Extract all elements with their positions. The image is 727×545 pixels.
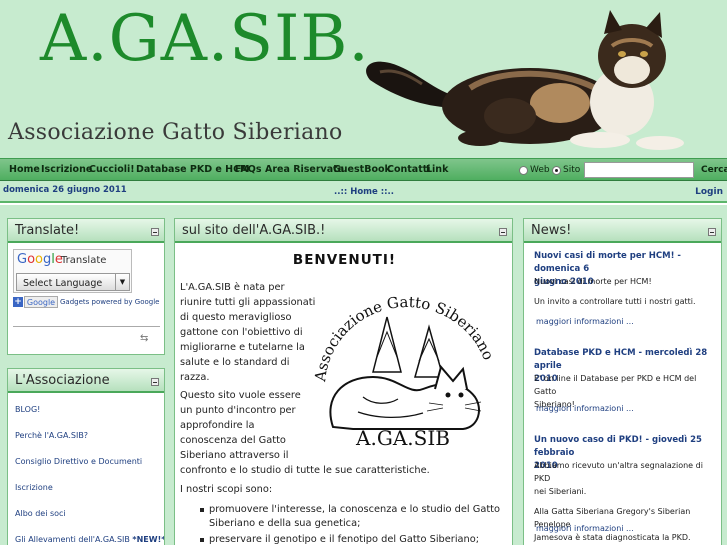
menu-database[interactable]: Database PKD e HCM <box>136 164 250 175</box>
association-panel-title: L'Associazione <box>15 373 110 388</box>
welcome-heading: BENVENUTI! <box>292 252 397 268</box>
menu-guestbook[interactable]: GuestBook <box>333 164 391 175</box>
divider <box>13 326 160 327</box>
new-badge: *NEW!* <box>132 535 165 544</box>
assoc-link-allevamenti[interactable]: Gli Allevamenti dell'A.GA.SIB *NEW!* <box>15 535 165 544</box>
google-gadget-button[interactable]: Google <box>24 296 58 308</box>
news-title-line: Database PKD e HCM - mercoledì 28 aprile <box>534 348 708 371</box>
intro-line: riunire tutti gli appassionati <box>180 297 316 308</box>
chevron-down-icon: ▼ <box>115 274 129 290</box>
assoc-link-allevamenti-label: Gli Allevamenti dell'A.GA.SIB <box>15 535 133 544</box>
site-logo[interactable]: A.GA.SIB. <box>40 2 370 76</box>
news-text-line: Un invito a controllare tutti i nostri g… <box>534 297 696 306</box>
plus-icon[interactable]: + <box>13 297 23 307</box>
language-select-label: Select Language <box>23 278 103 289</box>
association-panel-header: L'Associazione <box>8 369 164 393</box>
news-text-line: Nuovi casi di morte per HCM! <box>534 277 652 286</box>
info-bar: domenica 26 giugno 2011 ..:: Home ::.. L… <box>0 181 727 203</box>
purpose-line: confronto e lo studio di tutte le sue ca… <box>180 465 430 476</box>
gadgets-powered-link[interactable]: Gadgets powered by Google <box>60 298 159 306</box>
association-stamp-image: Associazione Gatto Siberiano A.GA.SIB <box>311 293 498 447</box>
share-icon[interactable]: ⇆ <box>140 333 154 345</box>
translate-panel-title: Translate! <box>15 223 80 238</box>
news-spacer <box>534 288 714 295</box>
news-title-line: Un nuovo caso di PKD! - giovedì 25 febbr… <box>534 435 702 458</box>
news-more-link[interactable]: maggiori informazioni ... <box>536 524 634 533</box>
search-button[interactable]: Cerca <box>701 165 727 175</box>
search-input[interactable] <box>584 162 694 178</box>
collapse-icon[interactable] <box>151 228 159 236</box>
purpose-line: Siberiano attraverso il <box>180 450 289 461</box>
siberian-cat-image <box>366 10 684 150</box>
translate-panel-header: Translate! <box>8 219 164 243</box>
news-more-link[interactable]: maggiori informazioni ... <box>536 404 634 413</box>
menu-contatti[interactable]: Contatti <box>387 164 431 175</box>
menu-home[interactable]: Home <box>9 164 40 175</box>
assoc-link-perche[interactable]: Perchè l'A.GA.SIB? <box>15 431 88 440</box>
search-web-radio[interactable] <box>519 166 528 175</box>
welcome-panel-header: sul sito dell'A.GA.SIB.! <box>175 219 512 243</box>
site-header: A.GA.SIB. Associazione Gatto Siberiano <box>0 0 727 158</box>
intro-paragraph: L'A.GA.SIB è nata per riunire tutti gli … <box>180 280 315 385</box>
intro-line: gattone con l'obiettivo di <box>180 327 303 338</box>
goals-heading: I nostri scopi sono: <box>180 484 273 495</box>
goal-item-continuation: Siberiano e della sua genetica; <box>209 518 361 529</box>
news-text-line: E' on line il Database per PKD e HCM del… <box>534 374 697 396</box>
login-link[interactable]: Login <box>695 187 723 197</box>
translate-label: Translate <box>61 255 107 266</box>
news-more-link[interactable]: maggiori informazioni ... <box>536 317 634 326</box>
stamp-arc-text: Associazione Gatto Siberiano <box>311 293 498 384</box>
intro-line: L'A.GA.SIB è nata per <box>180 282 285 293</box>
assoc-link-blog[interactable]: BLOG! <box>15 405 40 414</box>
goal-item: promuovere l'interesse, la conoscenza e … <box>199 504 501 515</box>
breadcrumb[interactable]: ..:: Home ::.. <box>334 187 394 197</box>
menu-link[interactable]: Link <box>426 164 448 175</box>
search-site-label: Sito <box>563 165 581 175</box>
search-web-label: Web <box>530 165 550 175</box>
menu-iscrizione[interactable]: Iscrizione <box>41 164 92 175</box>
goal-item: preservare il genotipo e il fenotipo del… <box>199 534 480 545</box>
intro-line: migliorarne e tutelarne la <box>180 342 305 353</box>
intro-line: salute e lo standard di <box>180 357 290 368</box>
site-subtitle: Associazione Gatto Siberiano <box>8 120 343 145</box>
translate-panel: Translate! Google Translate Select Langu… <box>7 218 165 355</box>
collapse-icon[interactable] <box>499 228 507 236</box>
search-site-radio[interactable] <box>552 166 561 175</box>
news-text-line: nei Siberiani. <box>534 487 587 496</box>
google-translate-widget: Google Translate Select Language ▼ <box>13 249 132 293</box>
google-logo: Google <box>17 252 63 267</box>
assoc-link-albo[interactable]: Albo dei soci <box>15 509 66 518</box>
welcome-panel: sul sito dell'A.GA.SIB.! BENVENUTI! L'A.… <box>174 218 513 545</box>
news-title-line: Nuovi casi di morte per HCM! - domenica … <box>534 251 681 274</box>
menu-faqs[interactable]: FAQs <box>235 164 261 175</box>
language-select[interactable]: Select Language ▼ <box>16 273 130 291</box>
intro-line: di questo meraviglioso <box>180 312 292 323</box>
intro-line: razza. <box>180 372 210 383</box>
news-panel: News! Nuovi casi di morte per HCM! - dom… <box>523 218 722 545</box>
news-text-line: Abbiamo ricevuto un'altra segnalazione d… <box>534 461 703 483</box>
news-item-text: Nuovi casi di morte per HCM! Un invito a… <box>534 275 714 308</box>
news-panel-header: News! <box>524 219 721 243</box>
collapse-icon[interactable] <box>151 378 159 386</box>
news-panel-title: News! <box>531 223 572 238</box>
main-menu: Home Iscrizione Cuccioli! Database PKD e… <box>0 158 727 181</box>
assoc-link-iscrizione[interactable]: Iscrizione <box>15 483 53 492</box>
welcome-panel-title: sul sito dell'A.GA.SIB.! <box>182 223 326 238</box>
news-spacer <box>534 498 714 505</box>
current-date: domenica 26 giugno 2011 <box>3 185 127 195</box>
menu-cuccioli[interactable]: Cuccioli! <box>89 164 135 175</box>
collapse-icon[interactable] <box>708 228 716 236</box>
stamp-bottom-text: A.GA.SIB <box>355 426 450 447</box>
association-panel: L'Associazione BLOG! Perchè l'A.GA.SIB? … <box>7 368 165 545</box>
assoc-link-consiglio[interactable]: Consiglio Direttivo e Documenti <box>15 457 142 466</box>
svg-text:Associazione Gatto Siberiano: Associazione Gatto Siberiano <box>311 293 498 384</box>
